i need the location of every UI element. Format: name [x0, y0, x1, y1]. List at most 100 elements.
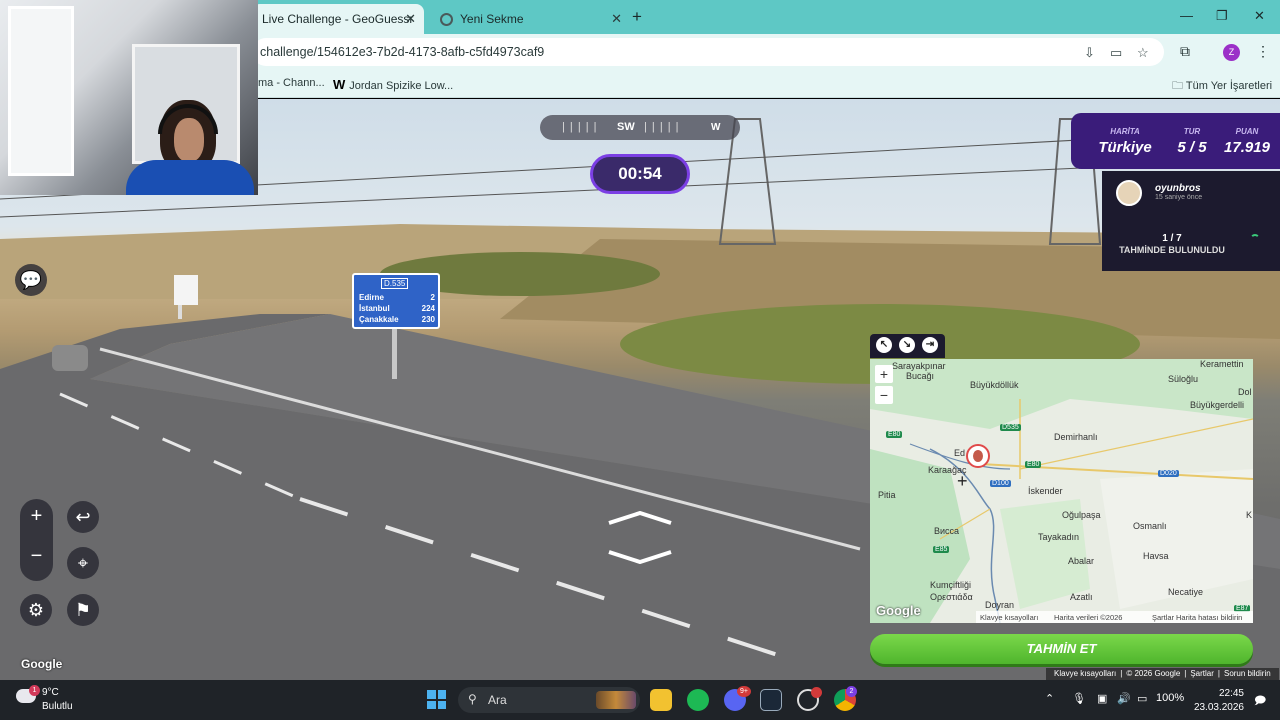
chat-icon[interactable]: 💬 — [15, 264, 47, 296]
battery-level: 100% — [1156, 692, 1185, 704]
players-panel: oyunbros 15 saniye önce 1 / 7 TAHMİNDE B… — [1102, 171, 1280, 271]
map-label: Süloğlu — [1168, 374, 1199, 384]
map-label: Keramettin — [1200, 359, 1244, 369]
map-label: Kumçiftliği — [930, 580, 972, 590]
map-label: Doyran — [985, 600, 1015, 610]
close-tab-icon[interactable]: ✕ — [611, 11, 622, 27]
street-view-footer: Klavye kısayolları | © 2026 Google | Şartlar… — [1046, 668, 1279, 680]
map-footer-link[interactable]: Şartlar — [1152, 613, 1174, 622]
chrome-icon — [440, 12, 453, 26]
map-label: K — [1246, 510, 1253, 520]
microphone-icon[interactable]: 🎙 — [1072, 692, 1086, 705]
expand-map-icon[interactable]: ↖ — [876, 337, 892, 353]
sign-km: 2 — [430, 293, 435, 302]
road-sign-row: Çanakkale 230 — [359, 314, 435, 325]
card-icon[interactable]: ▭ — [1110, 45, 1122, 61]
bookmark-star-icon[interactable]: ☆ — [1137, 45, 1149, 61]
volume-icon[interactable]: 🔊 — [1117, 692, 1131, 705]
steam-icon[interactable] — [760, 689, 782, 711]
player-name: oyunbros — [1155, 183, 1201, 194]
shrink-map-icon[interactable]: ↘ — [899, 337, 915, 353]
sign-km: 230 — [421, 315, 435, 324]
sign-km: 224 — [421, 304, 435, 313]
install-icon[interactable]: ⇩ — [1084, 45, 1095, 61]
profile-avatar[interactable]: Z — [1223, 44, 1240, 61]
weather-desc[interactable]: Bulutlu — [42, 701, 73, 712]
map-footer-link[interactable]: Klavye kısayolları — [980, 613, 1038, 622]
restore-button[interactable]: ❐ — [1216, 8, 1228, 24]
map-label: Abalar — [1068, 556, 1095, 566]
round-value: 5 / 5 — [1177, 139, 1207, 156]
tab-new[interactable]: Yeni Sekme ✕ — [430, 4, 630, 34]
avatar — [973, 450, 983, 462]
road-shield: E85 — [933, 546, 950, 553]
road-sign: D.535 Edirne 2 İstanbul 224 Çanakkale 230 — [352, 273, 440, 329]
file-explorer-icon[interactable] — [650, 689, 672, 711]
map-zoom-out-button[interactable]: − — [875, 386, 893, 404]
tab-title: Live Challenge - GeoGuessr — [262, 12, 414, 26]
round-timer: 00:54 — [590, 154, 690, 194]
map-info: HARİTA Türkiye — [1097, 127, 1153, 156]
footer-link[interactable]: Sorun bildirin — [1224, 669, 1271, 678]
score-info: PUAN 17.919 — [1217, 127, 1277, 156]
windows-taskbar: 1 9°C Bulutlu ⚲ Ara 9+ 2 ⌃ 🎙 ▣ 🔊 ▭ 100% … — [0, 680, 1280, 720]
guess-map[interactable]: Sarayakpınar Bucağı Büyükdöllük Keramett… — [870, 359, 1253, 623]
map-label: Dol — [1238, 387, 1252, 397]
pin-map-icon[interactable]: ⇥ — [922, 337, 938, 353]
windows-start-icon[interactable] — [427, 690, 446, 709]
map-label: Havsa — [1143, 551, 1169, 561]
discord-badge: 9+ — [737, 686, 751, 697]
map-footer-link[interactable]: Harita hatası bildirin — [1176, 613, 1242, 622]
move-forward-arrow-icon[interactable] — [607, 511, 673, 525]
weather-temp[interactable]: 9°C — [42, 687, 59, 698]
map-label: Ed — [954, 448, 966, 458]
zoom-controls: + − — [20, 499, 53, 581]
road-shield: E80 — [1025, 461, 1042, 468]
undo-move-button[interactable]: ↩ — [67, 501, 99, 533]
close-window-button[interactable]: ✕ — [1254, 8, 1265, 24]
map-label: Bucağı — [906, 371, 935, 381]
zoom-in-button[interactable]: + — [20, 505, 53, 528]
loading-spinner-icon — [1250, 234, 1260, 244]
zoom-out-button[interactable]: − — [20, 545, 53, 568]
spotify-icon[interactable] — [687, 689, 709, 711]
return-to-start-button[interactable]: ⌖ — [67, 547, 99, 579]
flag-icon[interactable]: ⚑ — [67, 594, 99, 626]
game-status-panel: HARİTA Türkiye TUR 5 / 5 PUAN 17.919 — [1071, 113, 1280, 169]
network-icon[interactable]: ▣ — [1097, 692, 1107, 705]
footer-link[interactable]: Klavye kısayolları — [1054, 669, 1116, 678]
move-backward-arrow-icon[interactable] — [607, 550, 673, 564]
notification-icon[interactable]: 🗩 — [1254, 692, 1266, 711]
player-guess-marker[interactable] — [966, 444, 990, 468]
player-time: 15 saniye önce — [1155, 194, 1203, 201]
settings-gear-icon[interactable]: ⚙ — [20, 594, 52, 626]
sign-city: İstanbul — [359, 304, 390, 313]
footer-link[interactable]: Şartlar — [1190, 669, 1214, 678]
tray-overflow-icon[interactable]: ⌃ — [1045, 692, 1054, 705]
map-label: HARİTA — [1110, 127, 1140, 136]
all-bookmarks[interactable]: 🗀 Tüm Yer İşaretleri — [1172, 77, 1272, 96]
clock-date: 23.03.2026 — [1193, 702, 1244, 713]
map-zoom-in-button[interactable]: + — [875, 365, 893, 383]
chrome-badge: 2 — [846, 686, 857, 697]
w-icon: W — [333, 77, 346, 92]
recording-badge — [811, 687, 822, 698]
map-label: Osmanlı — [1133, 521, 1167, 531]
new-tab-button[interactable]: + — [632, 7, 642, 27]
tab-geoguessr[interactable]: Live Challenge - GeoGuessr ✕ — [252, 4, 424, 34]
battery-icon[interactable]: ▭ — [1137, 692, 1147, 705]
bookmark-item[interactable]: W Jordan Spizike Low... — [333, 77, 453, 92]
road-shield: D100 — [990, 480, 1011, 487]
minimize-button[interactable]: — — [1180, 8, 1193, 23]
extensions-icon[interactable]: ⧉ — [1180, 43, 1190, 60]
tab-title: Yeni Sekme — [460, 12, 524, 26]
close-tab-icon[interactable]: ✕ — [405, 11, 416, 27]
taskbar-search[interactable]: ⚲ Ara — [458, 687, 640, 713]
url-input[interactable]: challenge/154612e3-7b2d-4173-8afb-c5fd49… — [252, 38, 1164, 66]
bookmark-item[interactable]: ma - Chann... — [258, 77, 325, 89]
guess-button[interactable]: TAHMİN ET — [870, 634, 1253, 664]
system-clock[interactable]: 22:45 23.03.2026 — [1190, 687, 1244, 715]
player-avatar — [1116, 180, 1142, 206]
map-label: Sarayakpınar — [892, 361, 946, 371]
menu-icon[interactable]: ⋮ — [1256, 43, 1270, 60]
